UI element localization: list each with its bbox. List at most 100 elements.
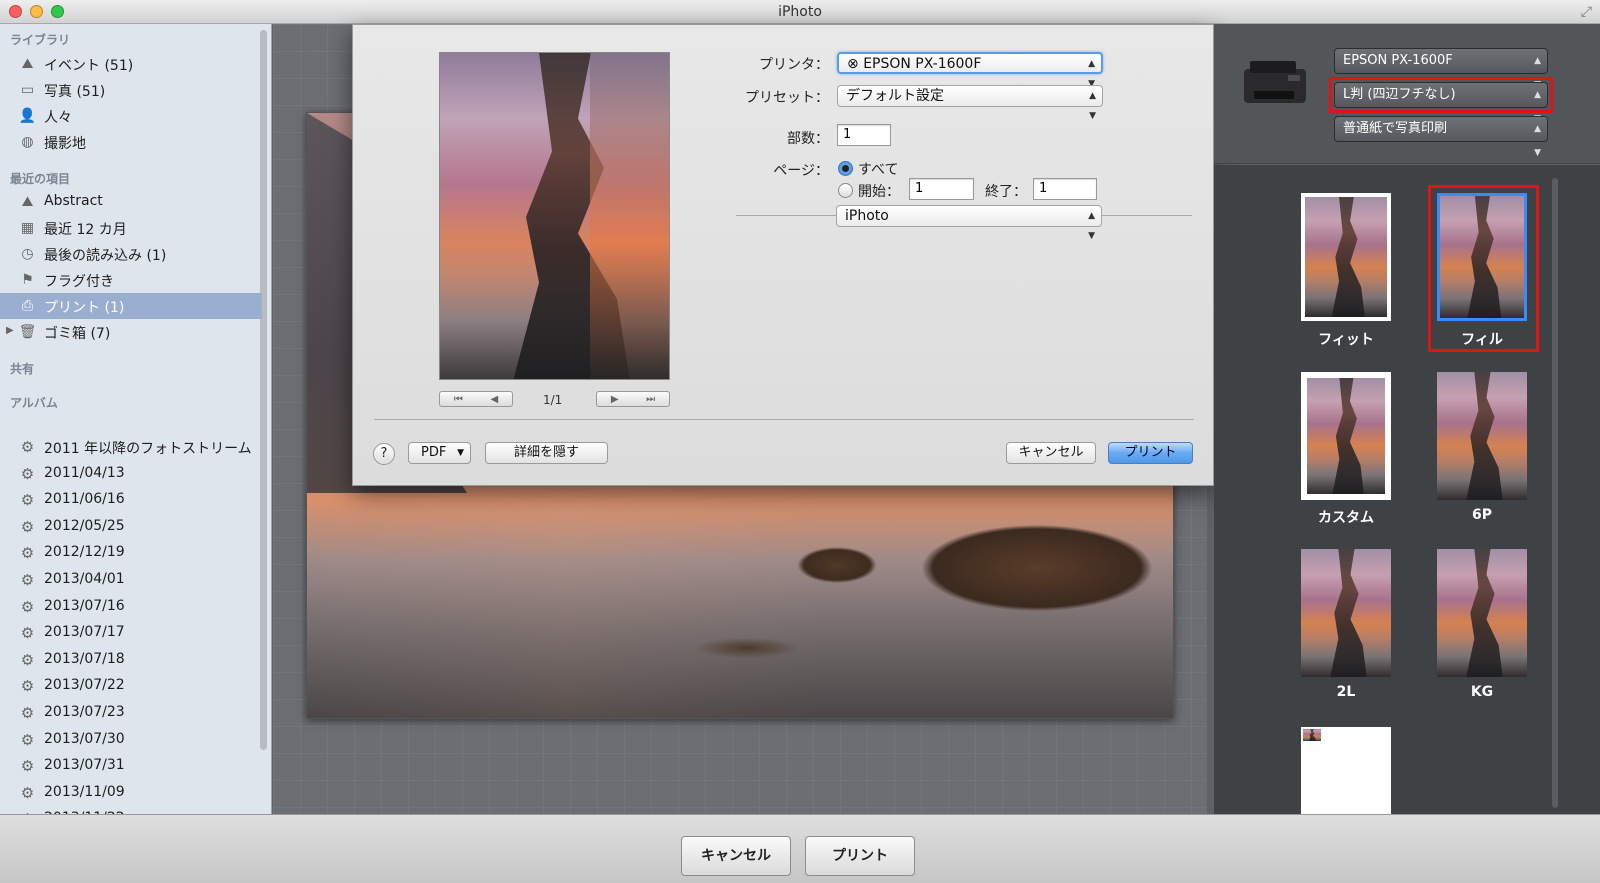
preview-prev-nav[interactable]: ⏮ ◀ bbox=[439, 391, 513, 407]
sidebar-album-item[interactable]: ⚙ 2011/06/16 bbox=[0, 487, 262, 513]
iphoto-window: iPhoto ⤢ ライブラリ ⛰ イベント (51) ▭ 写真 (51) 👤 人々 ◍… bbox=[0, 0, 1600, 883]
sidebar-item-places[interactable]: ◍ 撮影地 bbox=[0, 129, 262, 155]
first-page-icon[interactable]: ⏮ bbox=[454, 394, 463, 405]
hide-details-button[interactable]: 詳細を隠す bbox=[485, 442, 608, 464]
sidebar-album-item[interactable]: ⚙ 2013/07/30 bbox=[0, 727, 262, 753]
sidebar-item-flagged[interactable]: ⚑ フラグ付き bbox=[0, 267, 262, 293]
sidebar-item-last-12-months[interactable]: ▦ 最近 12 カ月 bbox=[0, 215, 262, 241]
theme-fit-thumbnail[interactable] bbox=[1301, 193, 1391, 321]
footer-divider bbox=[374, 419, 1194, 420]
theme-kg-thumbnail[interactable] bbox=[1437, 549, 1527, 677]
bottom-toolbar bbox=[0, 814, 1600, 883]
cancel-button[interactable]: キャンセル bbox=[681, 836, 791, 876]
theme-photo bbox=[1307, 378, 1385, 494]
sidebar-album-item[interactable]: ⚙ 2011 年以降のフォトストリーム bbox=[0, 434, 262, 460]
sidebar-album-item[interactable]: ⚙ 2013/07/22 bbox=[0, 673, 262, 699]
help-button[interactable]: ? bbox=[373, 443, 395, 465]
printer-popup[interactable]: EPSON PX-1600F▲▼ bbox=[1334, 48, 1548, 90]
theme-gallery-scrollbar[interactable] bbox=[1552, 178, 1558, 808]
sidebar-album-item[interactable]: ⚙ 2013/07/18 bbox=[0, 647, 262, 673]
pages-from-field[interactable]: 1 bbox=[909, 178, 974, 200]
theme-kg-label: KG bbox=[1470, 684, 1494, 700]
printer-device-icon bbox=[1244, 61, 1306, 103]
theme-fit-label: フィット bbox=[1318, 332, 1374, 348]
last-page-icon[interactable]: ⏭ bbox=[646, 394, 655, 405]
dialog-cancel-button[interactable]: キャンセル bbox=[1006, 442, 1096, 464]
sidebar-item-photos[interactable]: ▭ 写真 (51) bbox=[0, 77, 262, 103]
sidebar-album-item[interactable]: ⚙ 2013/11/09 bbox=[0, 780, 262, 806]
dropdown-arrow-icon: ▼ bbox=[457, 448, 464, 458]
highlight-box-paper-size bbox=[1329, 77, 1553, 113]
smart-album-gear-icon: ⚙ bbox=[20, 730, 35, 749]
sidebar-album-item[interactable]: ⚙ 2013/07/16 bbox=[0, 594, 262, 620]
shared-header: 共有 bbox=[10, 362, 35, 376]
sidebar: ライブラリ ⛰ イベント (51) ▭ 写真 (51) 👤 人々 ◍ 撮影地 最近の項目… bbox=[0, 24, 272, 829]
preview-next-nav[interactable]: ▶ ⏭ bbox=[596, 391, 670, 407]
pages-range-radio[interactable] bbox=[838, 183, 853, 198]
print-dialog: ⏮ ◀ 1/1 ▶ ⏭ プリンタ： ⊗ EPSON PX-1600F ▲ ▼ プリセット… bbox=[352, 24, 1214, 486]
print-button[interactable]: プリント bbox=[805, 836, 915, 876]
theme-photo bbox=[1437, 549, 1527, 677]
smart-album-gear-icon: ⚙ bbox=[20, 783, 35, 802]
paper-type-popup[interactable]: 普通紙で写真印刷 ▲ ▼ bbox=[1334, 116, 1548, 158]
theme-photo bbox=[1437, 372, 1527, 500]
sidebar-item-last-import[interactable]: ◷ 最後の読み込み (1) bbox=[0, 241, 262, 267]
pdf-menu-button[interactable]: PDF ▼ bbox=[408, 442, 471, 464]
theme-custom-label: カスタム bbox=[1318, 510, 1374, 526]
pages-label: ページ： bbox=[773, 163, 829, 179]
printer-icon: ⎙ bbox=[21, 298, 34, 314]
copies-field[interactable]: 1 bbox=[837, 124, 891, 146]
smart-album-gear-icon: ⚙ bbox=[20, 650, 35, 669]
page-count: 1/1 bbox=[543, 393, 563, 407]
updown-arrow-icon: ▲▼ bbox=[1089, 91, 1096, 121]
title-bar: iPhoto ⤢ bbox=[0, 0, 1600, 24]
preset-select[interactable]: デフォルト設定 ▲ ▼ bbox=[837, 85, 1103, 121]
sidebar-album-item[interactable]: ⚙ 2011/04/13 bbox=[0, 461, 262, 487]
pages-to-field[interactable]: 1 bbox=[1033, 178, 1097, 200]
next-page-icon[interactable]: ▶ bbox=[611, 394, 619, 405]
highlight-box-fill-theme bbox=[1428, 185, 1539, 352]
theme-gallery bbox=[1214, 165, 1600, 815]
pages-all-radio[interactable] bbox=[838, 161, 853, 176]
smart-album-gear-icon: ⚙ bbox=[20, 571, 35, 589]
app-options-select[interactable]: iPhoto ▲ ▼ bbox=[836, 205, 1102, 241]
sidebar-album-item[interactable]: ⚙ 2013/07/31 bbox=[0, 753, 262, 779]
fullscreen-icon[interactable]: ⤢ bbox=[1581, 4, 1592, 20]
sidebar-item-trash[interactable]: ▶ 🗑 ゴミ箱 (7) bbox=[0, 319, 262, 345]
sidebar-album-item[interactable]: ⚙ 2013/04/01 bbox=[0, 567, 262, 593]
sidebar-album-item[interactable]: ⚙ 2012/05/25 bbox=[0, 514, 262, 540]
smart-album-gear-icon: ⚙ bbox=[20, 544, 35, 563]
sidebar-item-events[interactable]: ⛰ イベント (51) bbox=[0, 51, 262, 77]
theme-contact-sheet-thumbnail[interactable] bbox=[1301, 727, 1391, 814]
preset-label: プリセット： bbox=[745, 90, 829, 106]
smart-album-gear-icon: ⚙ bbox=[20, 464, 35, 483]
sidebar-item-abstract[interactable]: ⛰ Abstract bbox=[0, 189, 262, 215]
sidebar-album-item[interactable]: ⚙ 2013/07/23 bbox=[0, 700, 262, 726]
smart-album-gear-icon: ⚙ bbox=[20, 757, 35, 776]
updown-arrow-icon: ▲▼ bbox=[1534, 124, 1541, 158]
theme-6p-thumbnail[interactable] bbox=[1437, 372, 1527, 500]
dialog-print-button[interactable]: プリント bbox=[1108, 442, 1193, 464]
albums-header: アルバム bbox=[10, 396, 58, 410]
theme-photo bbox=[1305, 197, 1387, 317]
printer-select[interactable]: ⊗ EPSON PX-1600F ▲ ▼ bbox=[837, 52, 1103, 89]
prev-page-icon[interactable]: ◀ bbox=[490, 394, 498, 405]
calendar-icon: ▦ bbox=[20, 220, 35, 236]
flag-icon: ⚑ bbox=[21, 272, 34, 288]
theme-custom-thumbnail[interactable] bbox=[1301, 372, 1391, 500]
smart-album-gear-icon: ⚙ bbox=[20, 677, 35, 696]
globe-icon: ◍ bbox=[21, 134, 34, 150]
smart-album-gear-icon: ⚙ bbox=[20, 597, 35, 616]
smart-album-gear-icon: ⚙ bbox=[20, 517, 35, 536]
event-icon: ⛰ bbox=[21, 56, 34, 72]
sidebar-album-item[interactable]: ⚙ 2013/07/17 bbox=[0, 620, 262, 646]
smart-album-gear-icon: ⚙ bbox=[20, 624, 35, 643]
sidebar-album-item[interactable]: ⚙ 2012/12/19 bbox=[0, 540, 262, 566]
theme-photo bbox=[1301, 549, 1391, 677]
disclosure-triangle-icon[interactable]: ▶ bbox=[6, 325, 14, 336]
sidebar-item-print[interactable]: ⎙ プリント (1) bbox=[0, 293, 262, 319]
theme-2l-label: 2L bbox=[1336, 684, 1356, 700]
theme-2l-thumbnail[interactable] bbox=[1301, 549, 1391, 677]
pages-all-label: すべて bbox=[858, 162, 899, 178]
sidebar-item-people[interactable]: 👤 人々 bbox=[0, 103, 262, 129]
